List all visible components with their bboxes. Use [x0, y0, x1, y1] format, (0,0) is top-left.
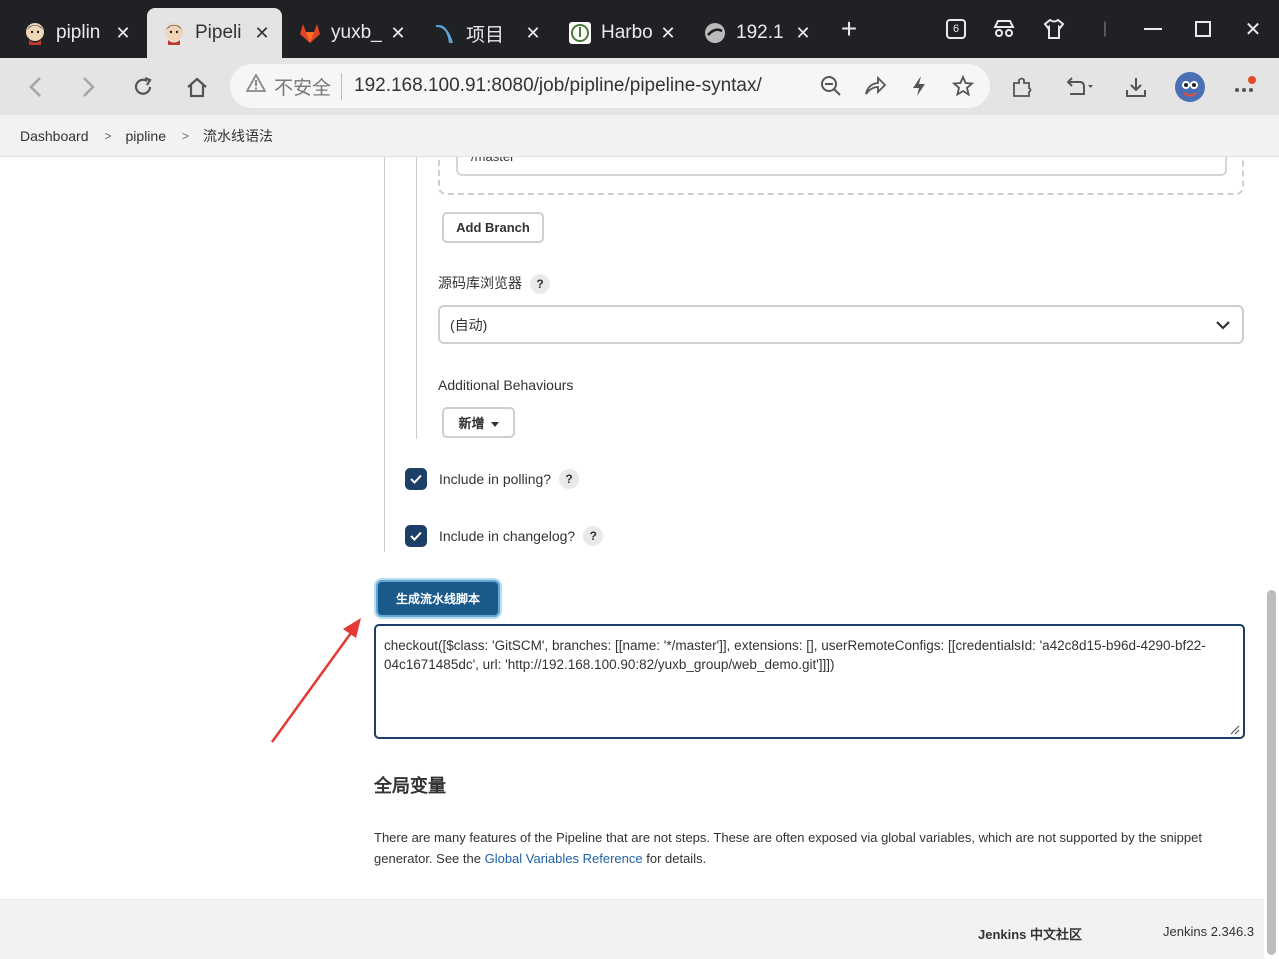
- section-divider: [416, 157, 417, 439]
- close-tab-icon[interactable]: ✕: [252, 23, 272, 44]
- global-variables-heading: 全局变量: [374, 776, 446, 796]
- help-icon[interactable]: ?: [583, 526, 604, 546]
- include-changelog-label[interactable]: Include in changelog?: [439, 528, 575, 544]
- tab-count-badge: 6: [946, 19, 966, 39]
- add-branch-button[interactable]: Add Branch: [442, 212, 544, 243]
- tab-pipeline-syntax[interactable]: Pipeli ✕: [147, 8, 282, 58]
- resize-grip-icon[interactable]: [1228, 722, 1240, 740]
- close-window-button[interactable]: ✕: [1238, 14, 1268, 44]
- tab-piplin[interactable]: piplin ✕: [8, 8, 143, 58]
- breadcrumb: Dashboard > pipline > 流水线语法: [0, 115, 1279, 157]
- bookmark-star-icon[interactable]: [952, 75, 974, 97]
- jenkins-community-link[interactable]: Jenkins 中文社区: [978, 924, 1082, 943]
- incognito-icon[interactable]: [990, 14, 1018, 44]
- share-icon[interactable]: [864, 75, 886, 97]
- chevron-down-icon: [1216, 317, 1230, 333]
- harbor-wave-icon: [432, 20, 458, 46]
- back-button[interactable]: [18, 70, 52, 104]
- security-label[interactable]: 不安全: [274, 72, 343, 100]
- more-menu-icon[interactable]: [1228, 70, 1262, 104]
- scrollbar-thumb[interactable]: [1267, 590, 1276, 955]
- caret-down-icon: [490, 415, 499, 430]
- jenkins-icon: [22, 20, 48, 46]
- include-changelog-row: Include in changelog? ?: [405, 525, 604, 547]
- new-tab-button[interactable]: +: [834, 13, 864, 44]
- close-tab-icon[interactable]: ✕: [658, 23, 678, 44]
- home-button[interactable]: [180, 70, 214, 104]
- branch-specifier-input[interactable]: */master: [456, 157, 1227, 176]
- extensions-icon[interactable]: [1005, 70, 1039, 104]
- address-bar[interactable]: 不安全 192.168.100.91:8080/job/pipline/pipe…: [230, 64, 990, 108]
- tab-title: Harbo: [601, 22, 653, 43]
- profile-avatar[interactable]: [1173, 70, 1207, 104]
- include-changelog-checkbox[interactable]: [405, 525, 427, 547]
- add-behaviour-label: 新增: [458, 416, 485, 431]
- page-footer: Jenkins 中文社区 Jenkins 2.346.3: [0, 899, 1279, 959]
- global-variables-reference-link[interactable]: Global Variables Reference: [485, 851, 643, 866]
- minimize-button[interactable]: [1138, 14, 1168, 44]
- red-annotation-arrow-icon: [270, 618, 361, 743]
- repo-browser-label: 源码库浏览器: [438, 275, 522, 291]
- add-behaviour-dropdown[interactable]: 新增: [442, 407, 515, 438]
- chevron-right-icon: >: [104, 128, 112, 143]
- download-icon[interactable]: [1119, 70, 1153, 104]
- help-icon[interactable]: ?: [530, 274, 550, 295]
- tab-title: yuxb_: [331, 22, 382, 43]
- divider: |: [1102, 20, 1108, 37]
- undo-dropdown-icon[interactable]: [1062, 70, 1096, 104]
- main-content: */master Add Branch 源码库浏览器? (自动) Additio…: [0, 157, 1279, 899]
- breadcrumb-pipline[interactable]: pipline: [126, 128, 166, 144]
- global-variables-text-after: for details.: [642, 851, 707, 866]
- close-tab-icon[interactable]: ✕: [523, 23, 543, 44]
- lightning-icon[interactable]: [908, 75, 930, 97]
- breadcrumb-pipeline-syntax[interactable]: 流水线语法: [203, 126, 273, 146]
- maximize-button[interactable]: [1188, 14, 1218, 44]
- tab-title: piplin: [56, 22, 101, 43]
- jenkins-version-link[interactable]: Jenkins 2.346.3: [1163, 924, 1254, 939]
- include-polling-label[interactable]: Include in polling?: [439, 471, 551, 487]
- close-tab-icon[interactable]: ✕: [113, 23, 133, 44]
- browser-toolbar: 不安全 192.168.100.91:8080/job/pipline/pipe…: [0, 58, 1279, 115]
- section-divider: [384, 157, 385, 552]
- shirt-icon[interactable]: [1040, 14, 1068, 44]
- additional-behaviours-label: Additional Behaviours: [438, 377, 574, 393]
- browser-tab-strip: piplin ✕ Pipeli ✕ yuxb_ ✕ 项目 ✕ Harbo ✕ 1…: [0, 0, 1279, 58]
- forward-button[interactable]: [72, 70, 106, 104]
- breadcrumb-dashboard[interactable]: Dashboard: [20, 128, 89, 144]
- tab-count-button[interactable]: 6: [944, 14, 968, 44]
- reload-button[interactable]: [126, 70, 160, 104]
- gitlab-icon: [297, 20, 323, 46]
- jenkins-icon: [161, 20, 187, 46]
- chevron-right-icon: >: [182, 128, 190, 143]
- repo-browser-value: (自动): [450, 316, 488, 333]
- tab-gitlab[interactable]: yuxb_ ✕: [283, 8, 418, 58]
- page-scrollbar[interactable]: [1264, 157, 1279, 959]
- tab-harbor[interactable]: Harbo ✕: [553, 8, 688, 58]
- tab-title: 项目: [466, 24, 505, 46]
- tab-title: 192.1: [736, 22, 784, 43]
- repo-browser-label-row: 源码库浏览器?: [438, 273, 550, 295]
- tab-ip[interactable]: 192.1 ✕: [688, 8, 823, 58]
- close-tab-icon[interactable]: ✕: [388, 23, 408, 44]
- zoom-icon[interactable]: [820, 75, 842, 97]
- url-text[interactable]: 192.168.100.91:8080/job/pipline/pipeline…: [354, 75, 798, 97]
- include-polling-row: Include in polling? ?: [405, 468, 580, 490]
- generated-snippet-textarea[interactable]: checkout([$class: 'GitSCM', branches: [[…: [374, 624, 1245, 739]
- help-icon[interactable]: ?: [559, 469, 580, 489]
- include-polling-checkbox[interactable]: [405, 468, 427, 490]
- globe-icon: [702, 20, 728, 46]
- generate-pipeline-script-button[interactable]: 生成流水线脚本: [376, 580, 500, 617]
- close-tab-icon[interactable]: ✕: [793, 23, 813, 44]
- repo-browser-select[interactable]: (自动): [438, 305, 1244, 344]
- tab-project[interactable]: 项目 ✕: [418, 8, 553, 58]
- warning-icon[interactable]: [245, 73, 267, 98]
- global-variables-text: There are many features of the Pipeline …: [374, 827, 1244, 869]
- tab-title: Pipeli: [195, 22, 242, 43]
- harbor-icon: [567, 20, 593, 46]
